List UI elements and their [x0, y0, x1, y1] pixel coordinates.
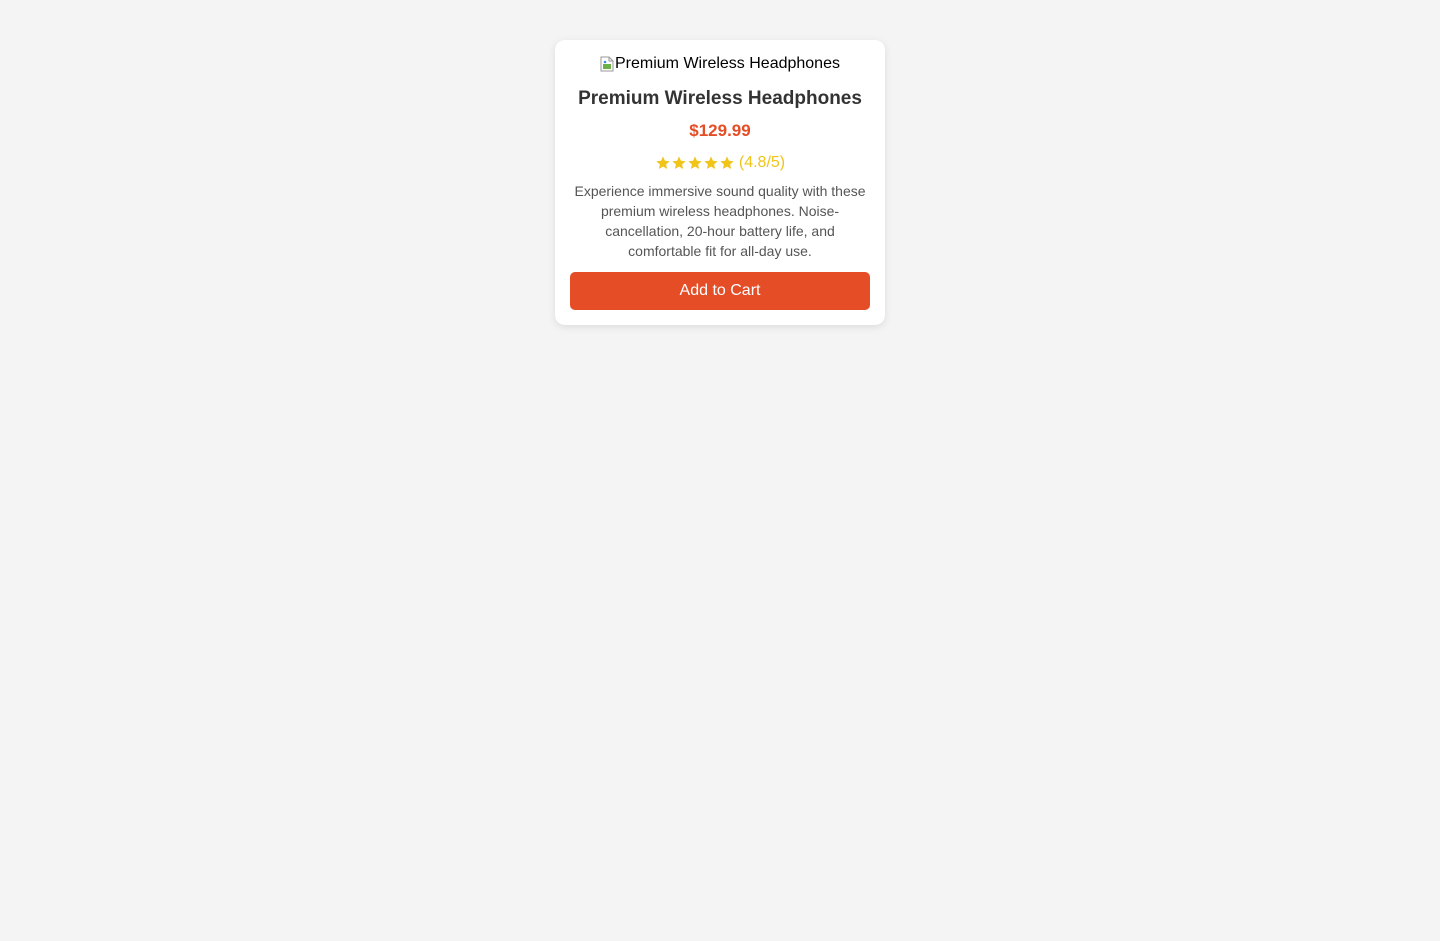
- rating-text: (4.8/5): [738, 153, 786, 171]
- product-price: $129.99: [689, 120, 751, 140]
- rating-stars: [655, 155, 735, 171]
- star-icon: [719, 155, 735, 171]
- product-image-alt-text: Premium Wireless Headphones: [615, 55, 840, 72]
- star-icon: [687, 155, 703, 171]
- add-to-cart-button[interactable]: Add to Cart: [570, 271, 870, 310]
- product-title: Premium Wireless Headphones: [578, 87, 862, 109]
- star-icon: [703, 155, 719, 171]
- star-icon: [671, 155, 687, 171]
- product-rating: (4.8/5): [570, 151, 870, 175]
- broken-image-icon: [600, 56, 614, 72]
- page: Premium Wireless Headphones Premium Wire…: [0, 0, 1440, 941]
- star-icon: [655, 155, 671, 171]
- product-image: Premium Wireless Headphones: [600, 55, 840, 72]
- product-description: Experience immersive sound quality with …: [574, 182, 866, 259]
- product-card: Premium Wireless Headphones Premium Wire…: [555, 40, 885, 325]
